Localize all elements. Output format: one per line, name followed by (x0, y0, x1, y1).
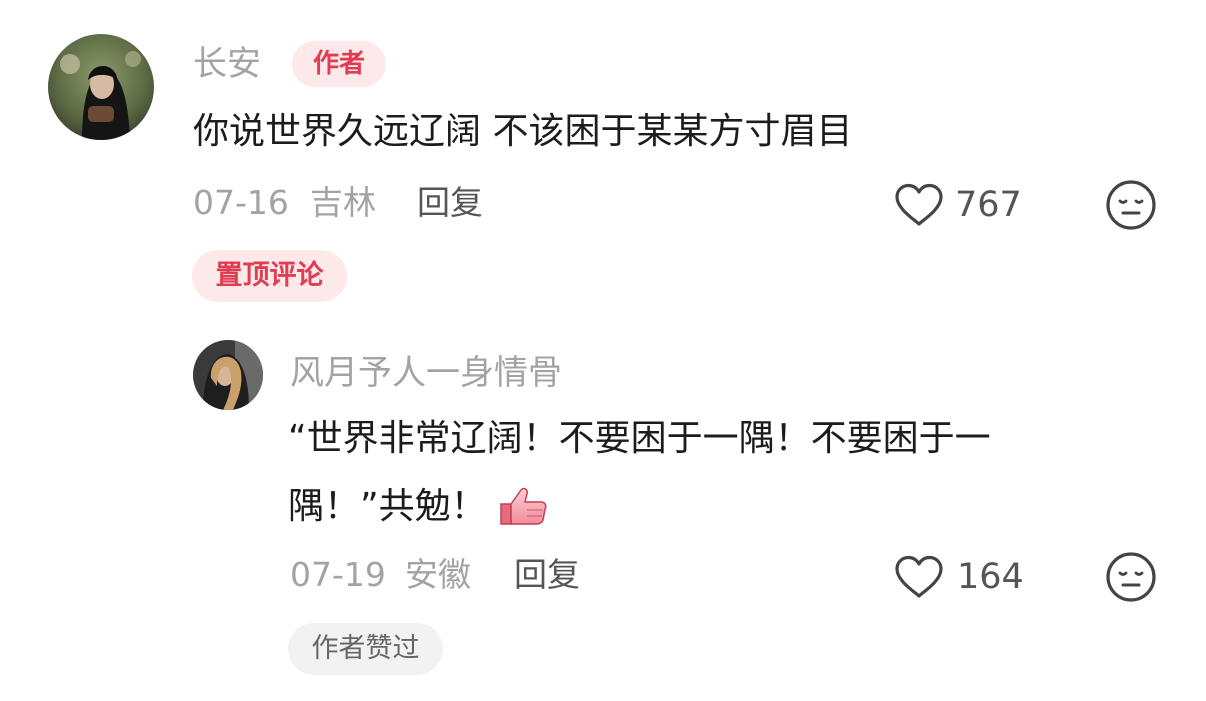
reply-location: 安徽 (405, 555, 471, 594)
comment-date: 07-16 (193, 183, 289, 222)
author-badge: 作者 (292, 41, 386, 87)
reply-button[interactable]: 回复 (417, 186, 483, 219)
heart-outline-icon[interactable] (893, 182, 945, 228)
comment-text: 你说世界久远辽阔 不该困于某某方寸眉目 (193, 111, 853, 152)
avatar[interactable] (193, 340, 263, 410)
reply-username[interactable]: 风月予人一身情骨 (290, 356, 562, 390)
reply-text-line-1: “世界非常辽阔！不要困于一隅！不要困于一 (288, 418, 991, 459)
reply-text-line-2-text: 隅！”共勉！ (288, 486, 487, 527)
comment-username[interactable]: 长安 (193, 47, 261, 81)
like-count: 767 (955, 185, 1022, 225)
comment-location: 吉林 (310, 183, 376, 222)
pinned-comment-badge: 置顶评论 (192, 250, 347, 302)
reply-date: 07-19 (290, 555, 386, 594)
avatar[interactable] (48, 34, 154, 140)
neutral-face-icon[interactable] (1105, 179, 1157, 231)
neutral-face-icon[interactable] (1105, 551, 1157, 603)
heart-outline-icon[interactable] (893, 554, 945, 600)
thumbs-up-emoji (497, 484, 549, 525)
author-liked-badge: 作者赞过 (288, 623, 443, 675)
reply-button[interactable]: 回复 (514, 558, 580, 591)
reply-text-line-2: 隅！”共勉！ (288, 476, 549, 538)
like-count: 164 (957, 557, 1024, 597)
